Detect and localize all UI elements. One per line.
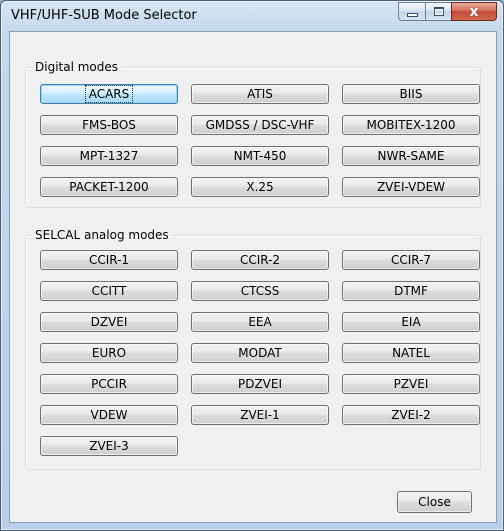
mode-button-euro[interactable]: EURO	[40, 343, 178, 363]
mode-button-label: PCCIR	[91, 377, 127, 391]
mode-button-label: PZVEI	[393, 377, 429, 391]
mode-button-label: X.25	[246, 180, 274, 194]
mode-button-label: ZVEI-1	[240, 408, 280, 422]
mode-button-vdew[interactable]: VDEW	[40, 405, 178, 425]
mode-button-label: GMDSS / DSC-VHF	[205, 118, 315, 132]
mode-button-modat[interactable]: MODAT	[191, 343, 329, 363]
mode-button-ccir-7[interactable]: CCIR-7	[342, 250, 480, 270]
mode-button-eia[interactable]: EIA	[342, 312, 480, 332]
mode-button-nmt-450[interactable]: NMT-450	[191, 146, 329, 166]
mode-button-zvei-2[interactable]: ZVEI-2	[342, 405, 480, 425]
mode-button-nwr-same[interactable]: NWR-SAME	[342, 146, 480, 166]
mode-button-label: ZVEI-3	[89, 439, 129, 453]
mode-button-label: CCITT	[91, 284, 127, 298]
mode-button-label: PACKET-1200	[69, 180, 149, 194]
mode-button-pccir[interactable]: PCCIR	[40, 374, 178, 394]
mode-button-label: CCIR-2	[239, 253, 281, 267]
mode-button-atis[interactable]: ATIS	[191, 84, 329, 104]
close-icon: x	[469, 3, 479, 20]
mode-button-label: ZVEI-2	[391, 408, 431, 422]
mode-button-ctcss[interactable]: CTCSS	[191, 281, 329, 301]
digital-modes-legend: Digital modes	[35, 60, 119, 74]
mode-button-acars[interactable]: ACARS	[40, 84, 178, 104]
mode-button-x-25[interactable]: X.25	[191, 177, 329, 197]
mode-button-zvei-3[interactable]: ZVEI-3	[40, 436, 178, 456]
mode-button-mpt-1327[interactable]: MPT-1327	[40, 146, 178, 166]
mode-button-gmdss-dsc-vhf[interactable]: GMDSS / DSC-VHF	[191, 115, 329, 135]
mode-button-label: EEA	[248, 315, 272, 329]
mode-button-label: ZVEI-VDEW	[376, 180, 446, 194]
mode-button-label: CCIR-1	[88, 253, 130, 267]
mode-button-label: VDEW	[90, 408, 128, 422]
maximize-icon	[433, 7, 444, 16]
mode-button-label: DZVEI	[90, 315, 128, 329]
minimize-button[interactable]	[398, 2, 425, 21]
mode-button-mobitex-1200[interactable]: MOBITEX-1200	[342, 115, 480, 135]
close-button-label: Close	[418, 495, 451, 509]
mode-button-pdzvei[interactable]: PDZVEI	[191, 374, 329, 394]
mode-button-label: ACARS	[84, 85, 134, 103]
mode-button-label: NATEL	[392, 346, 430, 360]
mode-button-zvei-1[interactable]: ZVEI-1	[191, 405, 329, 425]
minimize-icon	[406, 12, 418, 17]
mode-button-pzvei[interactable]: PZVEI	[342, 374, 480, 394]
mode-button-label: DTMF	[394, 284, 428, 298]
mode-button-label: EURO	[91, 346, 127, 360]
caption-buttons: x	[398, 2, 497, 22]
mode-button-label: MOBITEX-1200	[366, 118, 456, 132]
mode-button-label: PDZVEI	[237, 377, 283, 391]
dialog-window: VHF/UHF-SUB Mode Selector x Digital mode…	[0, 0, 504, 531]
maximize-button[interactable]	[425, 2, 451, 21]
mode-button-ccir-2[interactable]: CCIR-2	[191, 250, 329, 270]
mode-button-label: BIIS	[399, 87, 423, 101]
title-bar[interactable]: VHF/UHF-SUB Mode Selector x	[1, 1, 503, 31]
mode-button-packet-1200[interactable]: PACKET-1200	[40, 177, 178, 197]
mode-button-label: CTCSS	[240, 284, 280, 298]
selcal-modes-legend: SELCAL analog modes	[35, 228, 169, 242]
mode-button-biis[interactable]: BIIS	[342, 84, 480, 104]
mode-button-dzvei[interactable]: DZVEI	[40, 312, 178, 332]
dialog-client-area: Digital modes SELCAL analog modes ACARS A…	[9, 31, 497, 523]
mode-button-ccir-1[interactable]: CCIR-1	[40, 250, 178, 270]
mode-button-label: CCIR-7	[390, 253, 432, 267]
mode-button-label: ATIS	[247, 87, 273, 101]
window-title: VHF/UHF-SUB Mode Selector	[11, 8, 197, 23]
mode-button-label: NWR-SAME	[377, 149, 445, 163]
mode-button-label: MPT-1327	[79, 149, 139, 163]
close-button[interactable]: Close	[397, 491, 472, 513]
mode-button-label: EIA	[401, 315, 421, 329]
mode-button-dtmf[interactable]: DTMF	[342, 281, 480, 301]
mode-button-eea[interactable]: EEA	[191, 312, 329, 332]
mode-button-label: NMT-450	[233, 149, 287, 163]
window-close-button[interactable]: x	[451, 2, 497, 21]
mode-button-label: MODAT	[238, 346, 282, 360]
mode-button-zvei-vdew[interactable]: ZVEI-VDEW	[342, 177, 480, 197]
mode-button-natel[interactable]: NATEL	[342, 343, 480, 363]
mode-button-fms-bos[interactable]: FMS-BOS	[40, 115, 178, 135]
mode-button-ccitt[interactable]: CCITT	[40, 281, 178, 301]
mode-button-label: FMS-BOS	[82, 118, 136, 132]
